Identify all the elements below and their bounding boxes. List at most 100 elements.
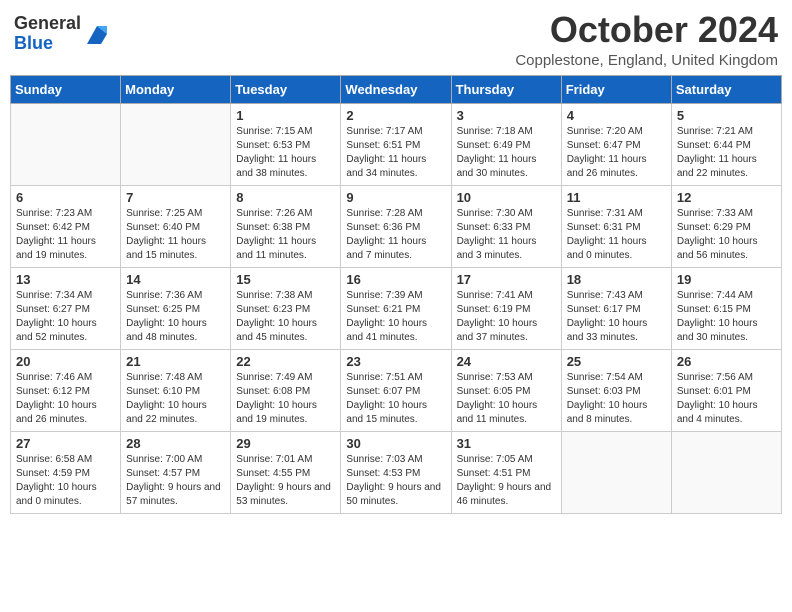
calendar-cell-w2-d4: 9Sunrise: 7:28 AM Sunset: 6:36 PM Daylig…	[341, 185, 451, 267]
day-detail: Sunrise: 7:01 AM Sunset: 4:55 PM Dayligh…	[236, 453, 335, 509]
calendar-cell-w3-d3: 15Sunrise: 7:38 AM Sunset: 6:23 PM Dayli…	[231, 267, 341, 349]
calendar-cell-w1-d1	[11, 103, 121, 185]
calendar-cell-w4-d7: 26 Sunrise: 7:56 AM Sunset: 6:01 PM Dayli…	[671, 349, 781, 431]
header-wednesday: Wednesday	[341, 75, 451, 103]
calendar-cell-w4-d1: 20 Sunrise: 7:46 AM Sunset: 6:12 PM Dayli…	[11, 349, 121, 431]
day-number: 2	[346, 108, 445, 123]
header-monday: Monday	[121, 75, 231, 103]
logo-general-text: General	[14, 13, 81, 33]
calendar-cell-w2-d1: 6 Sunrise: 7:23 AM Sunset: 6:42 PM Daylig…	[11, 185, 121, 267]
day-number: 8	[236, 190, 335, 205]
day-detail: Sunrise: 7:53 AM Sunset: 6:05 PM Dayligh…	[457, 371, 556, 427]
day-detail: Sunrise: 7:20 AM Sunset: 6:47 PM Dayligh…	[567, 125, 666, 181]
day-detail: Sunrise: 7:05 AM Sunset: 4:51 PM Dayligh…	[457, 453, 556, 509]
calendar-cell-w4-d4: 23 Sunrise: 7:51 AM Sunset: 6:07 PM Dayli…	[341, 349, 451, 431]
day-detail: Sunrise: 7:23 AM Sunset: 6:42 PM Dayligh…	[16, 207, 115, 263]
day-number: 6	[16, 190, 115, 205]
calendar-cell-w1-d3: 1 Sunrise: 7:15 AM Sunset: 6:53 PM Daylig…	[231, 103, 341, 185]
header-tuesday: Tuesday	[231, 75, 341, 103]
day-number: 19	[677, 272, 776, 287]
weekday-header-row: SundayMondayTuesdayWednesdayThursdayFrid…	[11, 75, 782, 103]
day-number: 30	[346, 436, 445, 451]
day-detail: Sunrise: 6:58 AM Sunset: 4:59 PM Dayligh…	[16, 453, 115, 509]
day-detail: Sunrise: 7:39 AM Sunset: 6:21 PM Dayligh…	[346, 289, 445, 345]
calendar-cell-w1-d4: 2Sunrise: 7:17 AM Sunset: 6:51 PM Daylig…	[341, 103, 451, 185]
calendar-cell-w2-d7: 12 Sunrise: 7:33 AM Sunset: 6:29 PM Dayli…	[671, 185, 781, 267]
calendar-cell-w1-d5: 3 Sunrise: 7:18 AM Sunset: 6:49 PM Daylig…	[451, 103, 561, 185]
day-number: 21	[126, 354, 225, 369]
day-number: 27	[16, 436, 115, 451]
calendar-cell-w5-d3: 29Sunrise: 7:01 AM Sunset: 4:55 PM Dayli…	[231, 431, 341, 513]
day-number: 10	[457, 190, 556, 205]
day-number: 16	[346, 272, 445, 287]
day-detail: Sunrise: 7:51 AM Sunset: 6:07 PM Dayligh…	[346, 371, 445, 427]
day-number: 5	[677, 108, 776, 123]
logo-icon	[83, 20, 111, 48]
day-detail: Sunrise: 7:36 AM Sunset: 6:25 PM Dayligh…	[126, 289, 225, 345]
calendar-cell-w2-d3: 8Sunrise: 7:26 AM Sunset: 6:38 PM Daylig…	[231, 185, 341, 267]
calendar-cell-w5-d1: 27 Sunrise: 6:58 AM Sunset: 4:59 PM Dayli…	[11, 431, 121, 513]
day-number: 24	[457, 354, 556, 369]
logo-blue-text: Blue	[14, 33, 53, 53]
header-sunday: Sunday	[11, 75, 121, 103]
day-detail: Sunrise: 7:33 AM Sunset: 6:29 PM Dayligh…	[677, 207, 776, 263]
header-saturday: Saturday	[671, 75, 781, 103]
day-detail: Sunrise: 7:49 AM Sunset: 6:08 PM Dayligh…	[236, 371, 335, 427]
logo: General Blue	[14, 14, 111, 54]
day-detail: Sunrise: 7:28 AM Sunset: 6:36 PM Dayligh…	[346, 207, 445, 263]
day-number: 12	[677, 190, 776, 205]
day-number: 26	[677, 354, 776, 369]
calendar-cell-w5-d4: 30 Sunrise: 7:03 AM Sunset: 4:53 PM Dayli…	[341, 431, 451, 513]
day-number: 23	[346, 354, 445, 369]
day-detail: Sunrise: 7:48 AM Sunset: 6:10 PM Dayligh…	[126, 371, 225, 427]
calendar-cell-w5-d5: 31 Sunrise: 7:05 AM Sunset: 4:51 PM Dayli…	[451, 431, 561, 513]
calendar-cell-w2-d5: 10 Sunrise: 7:30 AM Sunset: 6:33 PM Dayli…	[451, 185, 561, 267]
day-detail: Sunrise: 7:15 AM Sunset: 6:53 PM Dayligh…	[236, 125, 335, 181]
calendar-cell-w5-d2: 28 Sunrise: 7:00 AM Sunset: 4:57 PM Dayli…	[121, 431, 231, 513]
day-detail: Sunrise: 7:43 AM Sunset: 6:17 PM Dayligh…	[567, 289, 666, 345]
day-detail: Sunrise: 7:34 AM Sunset: 6:27 PM Dayligh…	[16, 289, 115, 345]
day-number: 1	[236, 108, 335, 123]
day-number: 25	[567, 354, 666, 369]
calendar-cell-w3-d7: 19Sunrise: 7:44 AM Sunset: 6:15 PM Dayli…	[671, 267, 781, 349]
calendar-cell-w3-d5: 17Sunrise: 7:41 AM Sunset: 6:19 PM Dayli…	[451, 267, 561, 349]
day-detail: Sunrise: 7:00 AM Sunset: 4:57 PM Dayligh…	[126, 453, 225, 509]
day-detail: Sunrise: 7:41 AM Sunset: 6:19 PM Dayligh…	[457, 289, 556, 345]
day-number: 7	[126, 190, 225, 205]
day-number: 11	[567, 190, 666, 205]
calendar-week-2: 6 Sunrise: 7:23 AM Sunset: 6:42 PM Daylig…	[11, 185, 782, 267]
day-number: 28	[126, 436, 225, 451]
day-number: 4	[567, 108, 666, 123]
day-detail: Sunrise: 7:54 AM Sunset: 6:03 PM Dayligh…	[567, 371, 666, 427]
day-number: 20	[16, 354, 115, 369]
calendar-cell-w4-d2: 21 Sunrise: 7:48 AM Sunset: 6:10 PM Dayli…	[121, 349, 231, 431]
calendar-cell-w3-d4: 16 Sunrise: 7:39 AM Sunset: 6:21 PM Dayli…	[341, 267, 451, 349]
day-detail: Sunrise: 7:25 AM Sunset: 6:40 PM Dayligh…	[126, 207, 225, 263]
calendar-cell-w4-d6: 25 Sunrise: 7:54 AM Sunset: 6:03 PM Dayli…	[561, 349, 671, 431]
day-number: 3	[457, 108, 556, 123]
calendar-cell-w3-d1: 13Sunrise: 7:34 AM Sunset: 6:27 PM Dayli…	[11, 267, 121, 349]
calendar-week-5: 27 Sunrise: 6:58 AM Sunset: 4:59 PM Dayli…	[11, 431, 782, 513]
header-friday: Friday	[561, 75, 671, 103]
calendar-cell-w4-d5: 24 Sunrise: 7:53 AM Sunset: 6:05 PM Dayli…	[451, 349, 561, 431]
location-subtitle: Copplestone, England, United Kingdom	[515, 52, 778, 69]
day-detail: Sunrise: 7:56 AM Sunset: 6:01 PM Dayligh…	[677, 371, 776, 427]
page-header: General Blue October 2024 Copplestone, E…	[10, 10, 782, 69]
day-number: 31	[457, 436, 556, 451]
day-number: 14	[126, 272, 225, 287]
day-detail: Sunrise: 7:03 AM Sunset: 4:53 PM Dayligh…	[346, 453, 445, 509]
day-number: 15	[236, 272, 335, 287]
day-number: 18	[567, 272, 666, 287]
day-detail: Sunrise: 7:18 AM Sunset: 6:49 PM Dayligh…	[457, 125, 556, 181]
calendar-week-4: 20 Sunrise: 7:46 AM Sunset: 6:12 PM Dayli…	[11, 349, 782, 431]
calendar-cell-w1-d6: 4 Sunrise: 7:20 AM Sunset: 6:47 PM Daylig…	[561, 103, 671, 185]
calendar-cell-w5-d6	[561, 431, 671, 513]
calendar-week-1: 1 Sunrise: 7:15 AM Sunset: 6:53 PM Daylig…	[11, 103, 782, 185]
day-detail: Sunrise: 7:30 AM Sunset: 6:33 PM Dayligh…	[457, 207, 556, 263]
day-detail: Sunrise: 7:46 AM Sunset: 6:12 PM Dayligh…	[16, 371, 115, 427]
calendar-cell-w3-d2: 14 Sunrise: 7:36 AM Sunset: 6:25 PM Dayli…	[121, 267, 231, 349]
month-title: October 2024	[515, 10, 778, 50]
header-thursday: Thursday	[451, 75, 561, 103]
calendar-cell-w1-d7: 5Sunrise: 7:21 AM Sunset: 6:44 PM Daylig…	[671, 103, 781, 185]
calendar-table: SundayMondayTuesdayWednesdayThursdayFrid…	[10, 75, 782, 514]
